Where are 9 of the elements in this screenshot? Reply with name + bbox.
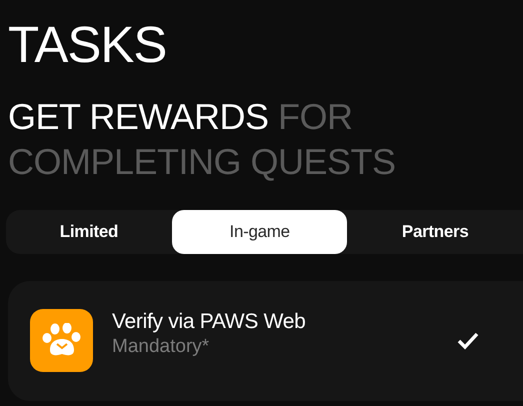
tab[interactable]: In-game xyxy=(172,210,348,254)
page-title: TASKS xyxy=(7,15,168,75)
paw-icon xyxy=(30,309,93,372)
task-card[interactable]: Verify via PAWS Web Mandatory* xyxy=(8,281,523,401)
task-title: Verify via PAWS Web xyxy=(112,309,306,335)
tab[interactable]: Limited xyxy=(6,210,172,254)
tab[interactable]: Partners xyxy=(347,210,523,254)
page-subtitle: GET REWARDS FOR COMPLETING QUESTS xyxy=(8,95,397,184)
task-note: Mandatory* xyxy=(112,335,210,359)
